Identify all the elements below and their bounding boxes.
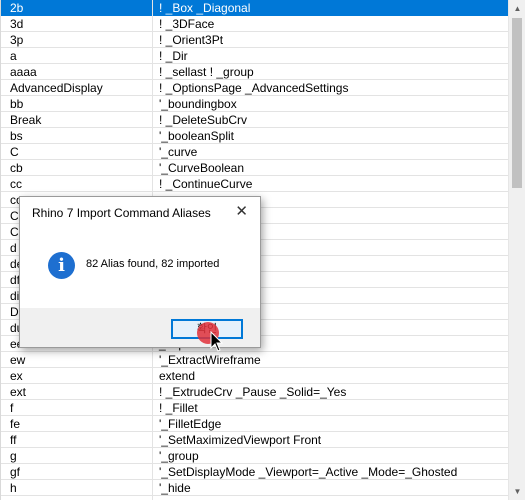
alias-macro-cell: '_curve	[159, 145, 198, 159]
alias-name-cell: 2b	[10, 1, 24, 15]
alias-macro-cell: '_ExtractWireframe	[159, 353, 261, 367]
alias-macro-cell: ! _Box _Diagonal	[159, 1, 251, 15]
alias-row[interactable]: gf '_SetDisplayMode _Viewport=_Active _Mo…	[1, 464, 509, 480]
vertical-scrollbar[interactable]: ▲ ▼	[508, 0, 525, 500]
alias-row[interactable]: g '_group	[1, 448, 509, 464]
dialog-message: 82 Alias found, 82 imported	[86, 258, 220, 270]
alias-name-cell: aaaa	[10, 65, 37, 79]
alias-name-cell: h	[10, 481, 17, 495]
alias-name-cell: 3p	[10, 33, 24, 47]
alias-macro-cell: extend	[159, 369, 196, 383]
alias-name-cell: Break	[10, 113, 42, 127]
alias-row[interactable]: ff '_SetMaximizedViewport Front	[1, 432, 509, 448]
alias-row[interactable]: 3d ! _3DFace	[1, 16, 509, 32]
alias-name-cell: gf	[10, 465, 21, 479]
alias-row[interactable]: Break ! _DeleteSubCrv	[1, 112, 509, 128]
alias-macro-cell: ! _3DFace	[159, 17, 215, 31]
alias-row[interactable]: ew '_ExtractWireframe	[1, 352, 509, 368]
scroll-down-icon[interactable]: ▼	[509, 483, 525, 500]
alias-name-cell: d	[10, 241, 17, 255]
alias-macro-cell: ! _Dir	[159, 49, 188, 63]
alias-macro-cell: ! _ExtrudeCrv _Pause _Solid=_Yes	[159, 385, 347, 399]
alias-macro-cell: '_booleanSplit	[159, 129, 235, 143]
alias-row[interactable]: 2b ! _Box _Diagonal	[1, 0, 509, 16]
alias-macro-cell: ! _sellast ! _group	[159, 65, 254, 79]
alias-row[interactable]: fe '_FilletEdge	[1, 416, 509, 432]
alias-name-cell: cc	[10, 177, 22, 191]
alias-macro-cell: '_FilletEdge	[159, 417, 222, 431]
alias-macro-cell: '_CurveBoolean	[159, 161, 245, 175]
alias-row[interactable]: f ! _Fillet	[1, 400, 509, 416]
alias-row[interactable]: aaaa ! _sellast ! _group	[1, 64, 509, 80]
alias-name-cell: AdvancedDisplay	[10, 81, 103, 95]
scroll-up-icon[interactable]: ▲	[509, 0, 525, 17]
alias-row[interactable]: C '_curve	[1, 144, 509, 160]
alias-name-cell: bb	[10, 97, 24, 111]
alias-macro-cell: ! _Fillet	[159, 401, 198, 415]
alias-name-cell: ex	[10, 369, 23, 383]
alias-macro-cell: '_boundingbox	[159, 97, 237, 111]
alias-name-cell: 3d	[10, 17, 24, 31]
alias-name-cell: ext	[10, 385, 27, 399]
alias-row[interactable]: bs '_booleanSplit	[1, 128, 509, 144]
alias-macro-cell: ! _Orient3Pt	[159, 33, 224, 47]
alias-row[interactable]: a ! _Dir	[1, 48, 509, 64]
alias-name-cell: di	[10, 289, 20, 303]
alias-macro-cell: '_SetDisplayMode _Viewport=_Active _Mode…	[159, 465, 458, 479]
alias-row[interactable]: 3p ! _Orient3Pt	[1, 32, 509, 48]
dialog-body: i 82 Alias found, 82 imported	[20, 228, 260, 308]
alias-name-cell: fe	[10, 417, 21, 431]
alias-row[interactable]: h '_hide	[1, 480, 509, 496]
dialog-title: Rhino 7 Import Command Aliases	[32, 206, 211, 220]
alias-macro-cell: '_group	[159, 449, 199, 463]
alias-macro-cell: ! _OptionsPage _AdvancedSettings	[159, 81, 349, 95]
alias-name-cell: ff	[10, 433, 17, 447]
close-icon[interactable]: ✕	[235, 202, 248, 220]
alias-name-cell: a	[10, 49, 17, 63]
alias-macro-cell: ! _ContinueCurve	[159, 177, 253, 191]
alias-name-cell: cb	[10, 161, 23, 175]
alias-row[interactable]: bb '_boundingbox	[1, 96, 509, 112]
mouse-cursor-icon	[210, 331, 224, 352]
alias-row[interactable]: ext ! _ExtrudeCrv _Pause _Solid=_Yes	[1, 384, 509, 400]
alias-name-cell: g	[10, 449, 17, 463]
alias-row[interactable]: ex extend	[1, 368, 509, 384]
alias-name-cell: C	[10, 145, 19, 159]
dialog-footer: 확인	[20, 308, 260, 347]
scrollbar-thumb[interactable]	[512, 18, 522, 188]
alias-macro-cell: '_hide	[159, 481, 191, 495]
import-aliases-dialog: Rhino 7 Import Command Aliases ✕ i 82 Al…	[19, 196, 261, 348]
alias-name-cell: f	[10, 401, 14, 415]
alias-row[interactable]: AdvancedDisplay ! _OptionsPage _AdvancedS…	[1, 80, 509, 96]
alias-name-cell: bs	[10, 129, 23, 143]
alias-row[interactable]: cb '_CurveBoolean	[1, 160, 509, 176]
alias-macro-cell: '_SetMaximizedViewport Front	[159, 433, 322, 447]
alias-name-cell: ew	[10, 353, 26, 367]
alias-row[interactable]: cc ! _ContinueCurve	[1, 176, 509, 192]
info-icon: i	[48, 252, 75, 279]
alias-macro-cell: ! _DeleteSubCrv	[159, 113, 248, 127]
